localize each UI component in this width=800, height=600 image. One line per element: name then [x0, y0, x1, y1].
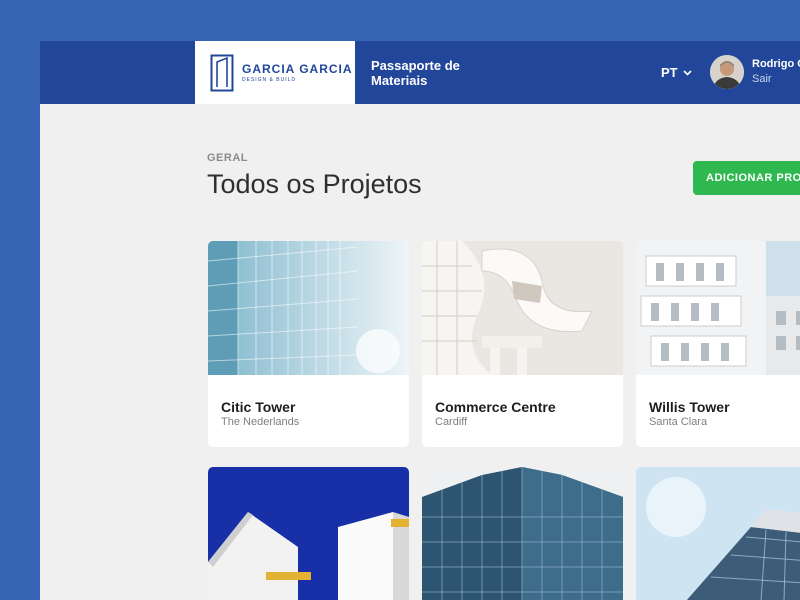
project-image	[636, 241, 800, 375]
building-logo-icon	[210, 54, 234, 92]
language-label: PT	[661, 65, 678, 80]
brand-tagline: DESIGN & BUILD	[242, 77, 297, 83]
chevron-down-icon	[683, 69, 692, 76]
project-location: The Nederlands	[221, 416, 300, 428]
project-location: Cardiff	[435, 416, 468, 428]
section-overline: GERAL	[207, 152, 248, 164]
add-project-button[interactable]: ADICIONAR PROJ	[693, 161, 800, 195]
logout-link[interactable]: Sair	[752, 73, 772, 85]
project-card-willis-tower[interactable]: Willis Tower Santa Clara	[636, 241, 800, 447]
app-window: GARCIA GARCIA DESIGN & BUILD Passaporte …	[40, 41, 800, 600]
brand-name: GARCIA GARCIA	[242, 62, 353, 76]
language-selector[interactable]: PT	[661, 65, 692, 80]
project-image	[422, 467, 623, 600]
app-title[interactable]: Passaporte de Materiais	[371, 58, 481, 88]
project-name: Commerce Centre	[435, 399, 556, 415]
project-card[interactable]	[422, 467, 623, 600]
user-name: Rodrigo C	[752, 58, 800, 70]
project-name: Willis Tower	[649, 399, 730, 415]
project-name: Citic Tower	[221, 399, 296, 415]
project-image	[422, 241, 623, 375]
avatar[interactable]	[710, 55, 744, 89]
user-photo	[710, 55, 744, 89]
page-title: Todos os Projetos	[207, 169, 422, 199]
project-location: Santa Clara	[649, 416, 708, 428]
project-card-commerce-centre[interactable]: Commerce Centre Cardiff	[422, 241, 623, 447]
project-image	[208, 241, 409, 375]
project-card[interactable]	[636, 467, 800, 600]
brand-logo[interactable]: GARCIA GARCIA DESIGN & BUILD	[195, 41, 355, 104]
project-image	[636, 467, 800, 600]
project-card[interactable]	[208, 467, 409, 600]
top-navbar: GARCIA GARCIA DESIGN & BUILD Passaporte …	[40, 41, 800, 104]
project-image	[208, 467, 409, 600]
project-card-citic-tower[interactable]: Citic Tower The Nederlands	[208, 241, 409, 447]
